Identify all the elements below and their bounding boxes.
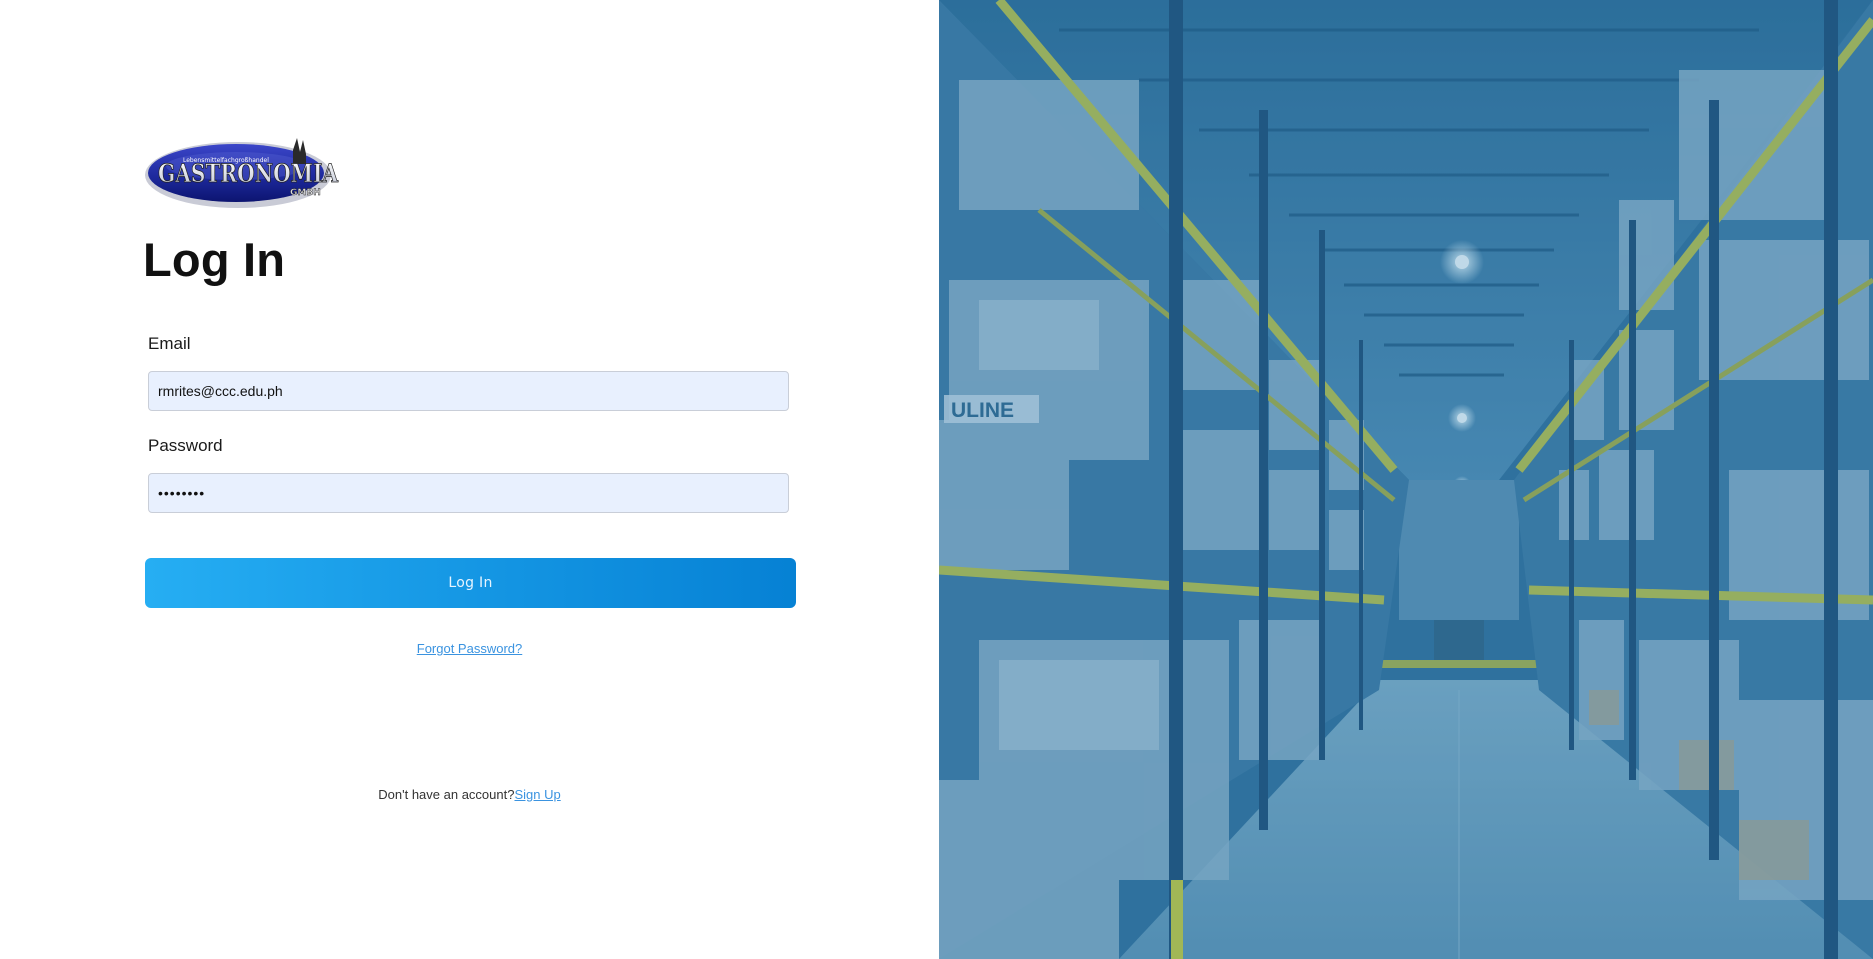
password-label: Password — [148, 436, 223, 455]
password-input[interactable] — [148, 473, 789, 513]
forgot-password-link[interactable]: Forgot Password? — [417, 641, 523, 656]
warehouse-hero-image: ULINE — [939, 0, 1873, 959]
signup-row: Don't have an account?Sign Up — [0, 787, 939, 802]
logo-text: GASTRONOMIA — [158, 159, 338, 188]
login-panel: Lebensmittelfachgroßhandel GASTRONOMIA G… — [0, 0, 939, 959]
login-button[interactable]: Log In — [145, 558, 796, 608]
signup-prompt: Don't have an account? — [378, 787, 515, 802]
login-page: Lebensmittelfachgroßhandel GASTRONOMIA G… — [0, 0, 1873, 959]
gastronomia-logo: Lebensmittelfachgroßhandel GASTRONOMIA G… — [143, 136, 341, 210]
email-input[interactable] — [148, 371, 789, 411]
forgot-password-row: Forgot Password? — [0, 641, 939, 656]
email-label: Email — [148, 334, 191, 353]
page-title: Log In — [143, 233, 286, 286]
logo-subtext: GMBH — [290, 188, 321, 198]
signup-link[interactable]: Sign Up — [514, 787, 560, 802]
